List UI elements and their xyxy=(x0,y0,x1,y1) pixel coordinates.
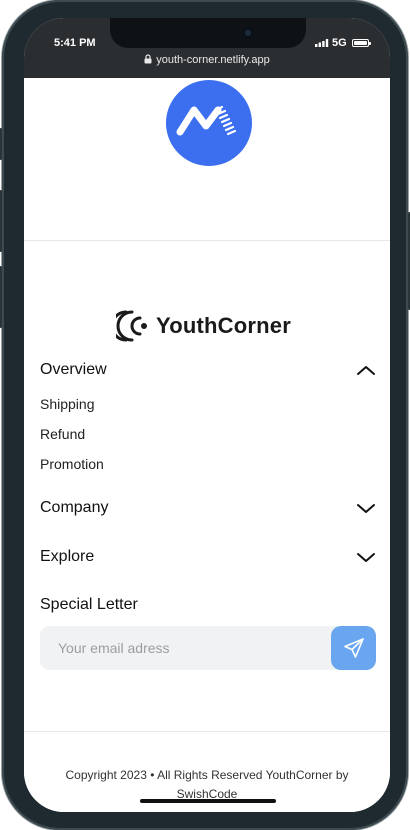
footer-link-shipping[interactable]: Shipping xyxy=(40,396,95,412)
status-time: 5:41 PM xyxy=(54,37,96,49)
accordion-overview[interactable]: Overview xyxy=(40,357,376,383)
status-bar: 5:41 PM 5G youth-corner.netlify.app xyxy=(24,18,390,78)
notch xyxy=(110,18,306,48)
send-icon xyxy=(343,638,364,658)
mute-switch xyxy=(0,128,2,160)
brand-logo: YouthCorner xyxy=(116,306,291,346)
accordion-title: Company xyxy=(40,499,109,516)
chevron-down-icon[interactable] xyxy=(356,502,376,514)
footer-divider xyxy=(24,731,390,732)
volume-down-button xyxy=(0,266,2,328)
lock-icon xyxy=(144,54,152,64)
volume-up-button xyxy=(0,190,2,252)
address-bar[interactable]: youth-corner.netlify.app xyxy=(24,54,390,66)
network-label: 5G xyxy=(332,37,347,49)
brand-name: YouthCorner xyxy=(156,313,292,338)
email-input[interactable] xyxy=(40,626,340,670)
signal-icon xyxy=(315,39,329,47)
camera xyxy=(242,27,254,39)
brand-mark-icon xyxy=(116,310,147,342)
phone-frame: 5:41 PM 5G youth-corner.netlify.app Yout… xyxy=(0,0,410,830)
accordion-company[interactable]: Company xyxy=(40,495,376,521)
chevron-up-icon[interactable] xyxy=(356,364,376,376)
battery-icon xyxy=(352,39,371,47)
accordion-explore[interactable]: Explore xyxy=(40,544,376,570)
send-button[interactable] xyxy=(331,626,376,670)
newsletter-form xyxy=(40,626,376,670)
footer-link-refund[interactable]: Refund xyxy=(40,426,85,442)
chevron-down-icon[interactable] xyxy=(356,551,376,563)
url-text: youth-corner.netlify.app xyxy=(156,54,270,66)
page-content: YouthCorner Overview Shipping Refund Pro… xyxy=(24,78,390,812)
home-indicator[interactable] xyxy=(140,799,276,803)
app-logo-mark xyxy=(176,105,237,136)
newsletter-title: Special Letter xyxy=(40,596,138,613)
header-divider xyxy=(24,240,390,241)
accordion-title: Overview xyxy=(40,361,107,378)
screen: 5:41 PM 5G youth-corner.netlify.app Yout… xyxy=(24,18,390,812)
footer-link-promotion[interactable]: Promotion xyxy=(40,456,104,472)
accordion-title: Explore xyxy=(40,548,95,565)
app-logo-icon xyxy=(166,80,252,166)
